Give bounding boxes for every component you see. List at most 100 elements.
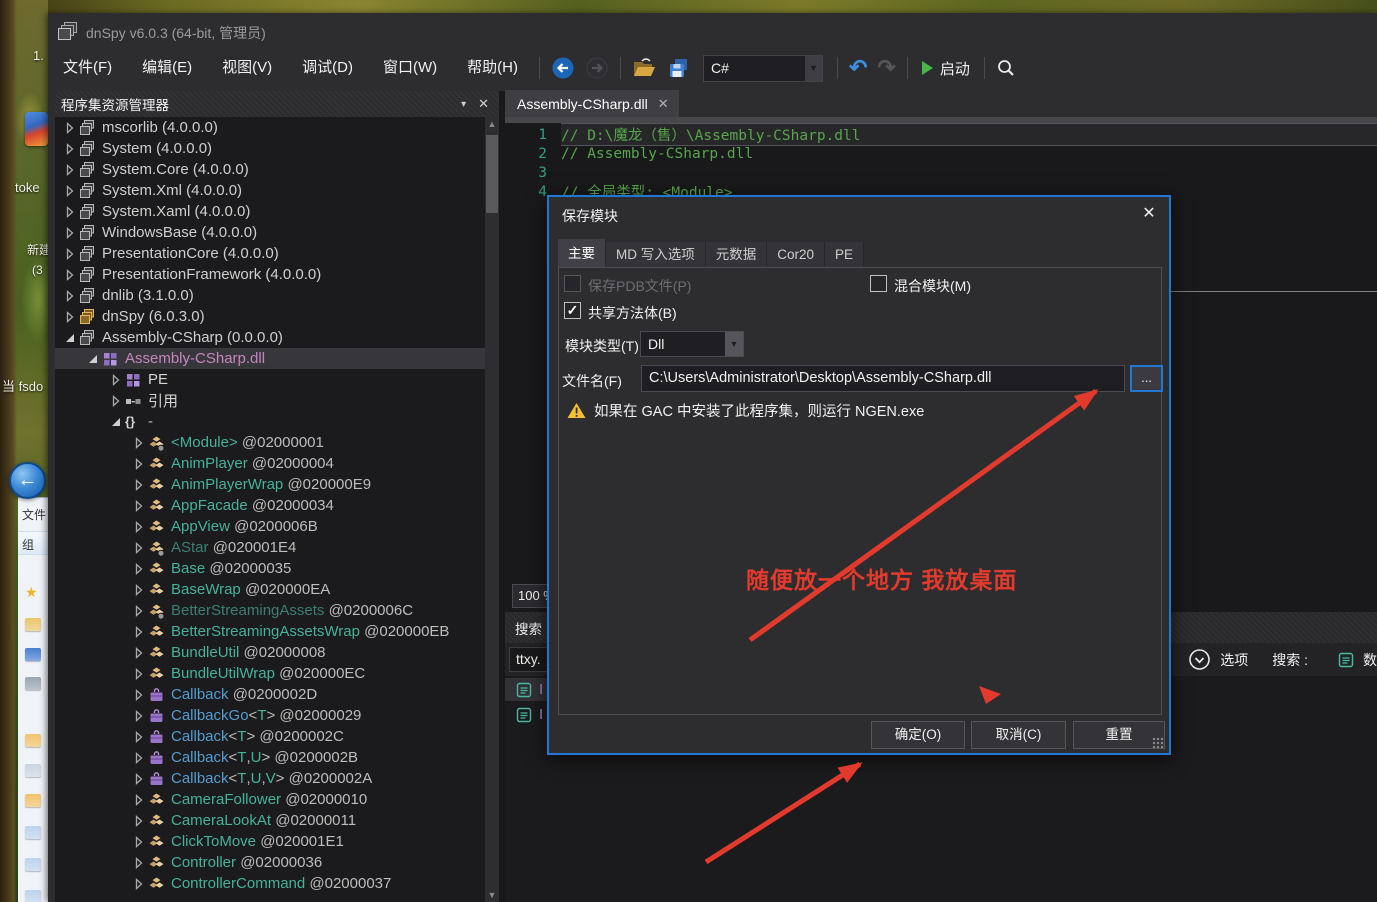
tree-item-dnlib-3-1-0-0[interactable]: dnlib (3.1.0.0) xyxy=(55,285,485,306)
expander-collapsed-icon[interactable] xyxy=(62,204,78,220)
code-line-2[interactable]: 2// Assembly-CSharp.dll xyxy=(505,144,1377,163)
drive-icon[interactable] xyxy=(25,764,41,777)
tree-item-WindowsBase-4-0-0-0[interactable]: WindowsBase (4.0.0.0) xyxy=(55,222,485,243)
filter-type-value[interactable]: 数 xyxy=(1363,650,1377,670)
menu-item-0[interactable]: 文件(F) xyxy=(48,51,127,85)
desktop-app-icon[interactable] xyxy=(25,112,48,146)
expander-collapsed-icon[interactable] xyxy=(131,792,147,808)
expander-collapsed-icon[interactable] xyxy=(131,498,147,514)
expander-collapsed-icon[interactable] xyxy=(62,267,78,283)
expander-collapsed-icon[interactable] xyxy=(131,708,147,724)
expander-expanded-icon[interactable] xyxy=(85,351,101,367)
expander-collapsed-icon[interactable] xyxy=(62,183,78,199)
expander-collapsed-icon[interactable] xyxy=(108,393,124,409)
file-icon[interactable] xyxy=(25,890,41,902)
options-chevron-circle-icon[interactable] xyxy=(1188,648,1211,671)
tree-item-ns[interactable]: {}- xyxy=(55,411,485,432)
tree-item-Assembly-CSharp-dll[interactable]: Assembly-CSharp.dll xyxy=(55,348,485,369)
tree-item-AnimPlayer[interactable]: AnimPlayer @02000004 xyxy=(55,453,485,474)
menu-item-3[interactable]: 调试(D) xyxy=(287,51,368,85)
expander-collapsed-icon[interactable] xyxy=(131,771,147,787)
expander-collapsed-icon[interactable] xyxy=(131,645,147,661)
cancel-button[interactable]: 取消(C) xyxy=(971,721,1066,749)
code-line-3[interactable]: 3 xyxy=(505,163,1377,182)
network-icon[interactable] xyxy=(25,677,41,690)
explorer-organize-button[interactable]: 组 xyxy=(18,531,48,555)
mixed-module-checkbox[interactable] xyxy=(870,275,887,292)
tree-item-Base[interactable]: Base @02000035 xyxy=(55,558,485,579)
panel-menu-chevron-icon[interactable]: ▾ xyxy=(453,99,474,110)
start-debug-button[interactable]: 启动 xyxy=(914,58,978,79)
tree-item-Callback[interactable]: Callback @0200002D xyxy=(55,684,485,705)
explorer-file-menu[interactable]: 文件 xyxy=(18,498,48,523)
tree-item-System-Core-4-0-0-0[interactable]: System.Core (4.0.0.0) xyxy=(55,159,485,180)
expander-collapsed-icon[interactable] xyxy=(131,456,147,472)
tree-item-BetterStreamingAssetsWrap[interactable]: BetterStreamingAssetsWrap @020000EB xyxy=(55,621,485,642)
dialog-tab-1[interactable]: MD 写入选项 xyxy=(606,242,706,268)
tree-item-CallbackGo-T[interactable]: CallbackGo<T> @02000029 xyxy=(55,705,485,726)
browse-button[interactable]: ... xyxy=(1130,365,1163,392)
menu-item-2[interactable]: 视图(V) xyxy=(207,51,287,85)
scrollbar-thumb[interactable] xyxy=(486,135,498,213)
favorites-star-icon[interactable]: ★ xyxy=(25,586,41,599)
assembly-explorer-header[interactable]: 程序集资源管理器 ▾ ✕ xyxy=(55,91,499,117)
tree-item-ControllerCommand[interactable]: ControllerCommand @02000037 xyxy=(55,873,485,894)
file-icon[interactable] xyxy=(25,826,41,839)
desktop-icon-label[interactable]: (3 xyxy=(32,263,43,277)
tree-item-BaseWrap[interactable]: BaseWrap @020000EA xyxy=(55,579,485,600)
resize-grip[interactable] xyxy=(1152,737,1164,749)
tree-item-AnimPlayerWrap[interactable]: AnimPlayerWrap @020000E9 xyxy=(55,474,485,495)
tree-item-ClickToMove[interactable]: ClickToMove @020001E1 xyxy=(55,831,485,852)
tree-item-CameraFollower[interactable]: CameraFollower @02000010 xyxy=(55,789,485,810)
tree-item-Module[interactable]: <Module> @02000001 xyxy=(55,432,485,453)
menu-item-1[interactable]: 编辑(E) xyxy=(127,51,207,85)
expander-expanded-icon[interactable] xyxy=(62,330,78,346)
tree-item-System-Xaml-4-0-0-0[interactable]: System.Xaml (4.0.0.0) xyxy=(55,201,485,222)
language-select[interactable]: C# ▼ xyxy=(703,55,823,82)
tree-item-BundleUtilWrap[interactable]: BundleUtilWrap @020000EC xyxy=(55,663,485,684)
filename-input[interactable]: C:\Users\Administrator\Desktop\Assembly-… xyxy=(641,365,1125,392)
expander-expanded-icon[interactable] xyxy=(108,414,124,430)
expander-collapsed-icon[interactable] xyxy=(131,729,147,745)
expander-collapsed-icon[interactable] xyxy=(62,162,78,178)
tab-assembly-csharp[interactable]: Assembly-CSharp.dll ✕ xyxy=(505,90,679,117)
options-label[interactable]: 选项 xyxy=(1220,650,1248,670)
folder-icon[interactable] xyxy=(25,734,41,747)
tree-item-ns[interactable]: 引用 xyxy=(55,390,485,411)
expander-collapsed-icon[interactable] xyxy=(131,477,147,493)
menu-item-5[interactable]: 帮助(H) xyxy=(452,51,533,85)
open-file-button[interactable] xyxy=(627,57,662,79)
file-icon[interactable] xyxy=(25,858,41,871)
expander-collapsed-icon[interactable] xyxy=(131,855,147,871)
save-pdb-checkbox[interactable] xyxy=(564,275,581,292)
title-bar[interactable]: dnSpy v6.0.3 (64-bit, 管理员) xyxy=(48,13,1377,50)
ok-button[interactable]: 确定(O) xyxy=(871,721,965,749)
library-icon[interactable] xyxy=(25,618,41,631)
expander-collapsed-icon[interactable] xyxy=(131,876,147,892)
tree-item-BetterStreamingAssets[interactable]: BetterStreamingAssets @0200006C xyxy=(55,600,485,621)
scroll-down-icon[interactable]: ▼ xyxy=(485,888,499,902)
tree-item-CameraLookAt[interactable]: CameraLookAt @02000011 xyxy=(55,810,485,831)
tree-item-AppView[interactable]: AppView @0200006B xyxy=(55,516,485,537)
tree-item-PresentationFramework-4-0-0-0[interactable]: PresentationFramework (4.0.0.0) xyxy=(55,264,485,285)
tree-item-Controller[interactable]: Controller @02000036 xyxy=(55,852,485,873)
dialog-close-icon[interactable]: ✕ xyxy=(1137,203,1161,225)
module-type-select[interactable]: Dll ▼ xyxy=(640,331,744,357)
tree-item-Assembly-CSharp-0-0-0-0[interactable]: Assembly-CSharp (0.0.0.0) xyxy=(55,327,485,348)
dialog-titlebar[interactable]: 保存模块 xyxy=(549,197,1169,233)
tree-item-AStar[interactable]: AStar @020001E4 xyxy=(55,537,485,558)
share-method-bodies-checkbox[interactable]: ✓ xyxy=(564,302,581,319)
desktop-icon-label[interactable]: toke xyxy=(15,180,40,195)
expander-collapsed-icon[interactable] xyxy=(62,309,78,325)
menu-item-4[interactable]: 窗口(W) xyxy=(368,51,452,85)
desktop-icon-label[interactable]: 当 fsdo xyxy=(2,376,43,395)
scroll-up-icon[interactable]: ▲ xyxy=(485,117,499,131)
expander-collapsed-icon[interactable] xyxy=(131,435,147,451)
search-assemblies-button[interactable] xyxy=(991,58,1021,78)
tree-item-PE[interactable]: PE xyxy=(55,369,485,390)
tree-item-Callback-T-U-V[interactable]: Callback<T, U, V> @0200002A xyxy=(55,768,485,789)
nav-back-button[interactable] xyxy=(546,56,580,80)
expander-collapsed-icon[interactable] xyxy=(62,120,78,136)
code-line-1[interactable]: 1// D:\魔龙（售）\Assembly-CSharp.dll xyxy=(505,125,1377,144)
tree-item-PresentationCore-4-0-0-0[interactable]: PresentationCore (4.0.0.0) xyxy=(55,243,485,264)
